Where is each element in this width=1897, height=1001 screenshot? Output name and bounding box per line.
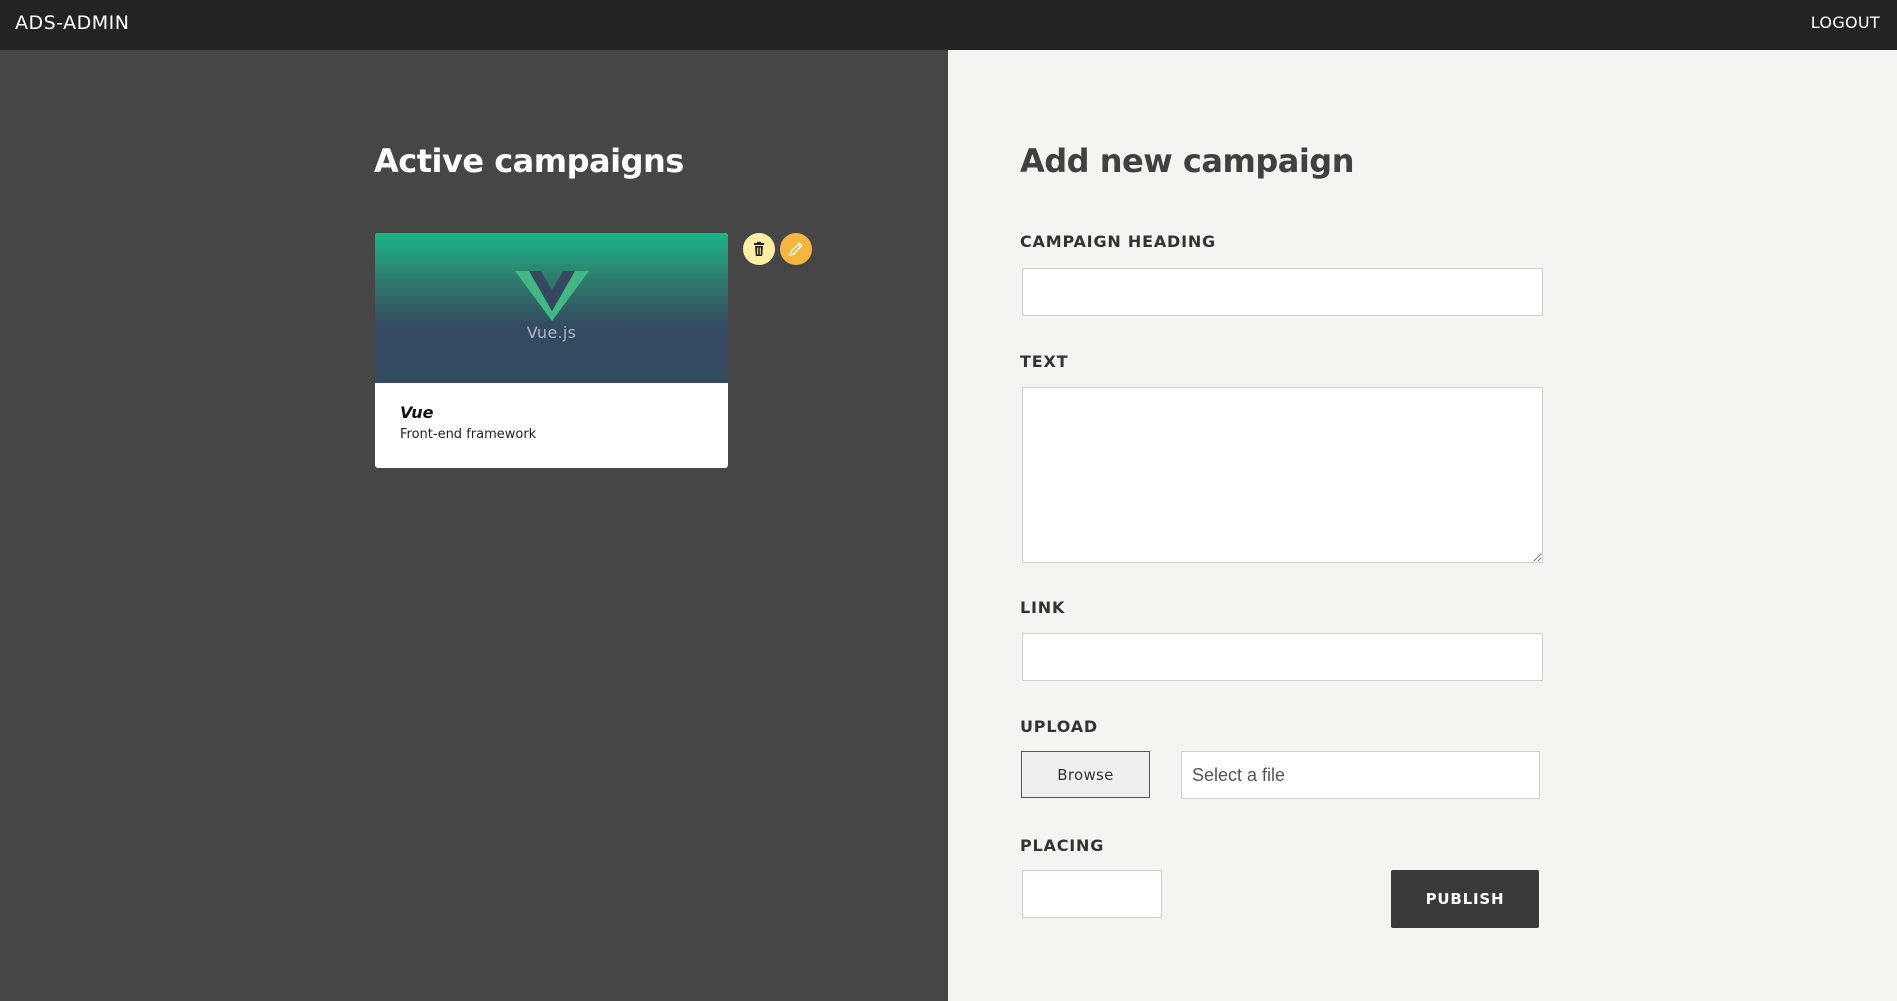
campaign-card-subtitle: Front-end framework xyxy=(400,427,537,442)
campaign-card-title: Vue xyxy=(400,403,434,422)
text-label: TEXT xyxy=(1020,352,1069,371)
top-bar: ADS-ADMIN LOGOUT xyxy=(0,0,1897,50)
active-campaigns-title: Active campaigns xyxy=(374,142,684,180)
placing-label: PLACING xyxy=(1020,836,1105,855)
logout-link[interactable]: LOGOUT xyxy=(1811,13,1880,32)
brand-title: ADS-ADMIN xyxy=(15,12,130,34)
link-input[interactable] xyxy=(1022,633,1543,681)
add-campaign-pane: Add new campaign CAMPAIGN HEADING TEXT L… xyxy=(948,50,1897,1001)
campaign-heading-input[interactable] xyxy=(1022,268,1543,316)
campaign-heading-label: CAMPAIGN HEADING xyxy=(1020,232,1216,251)
upload-label: UPLOAD xyxy=(1020,717,1098,736)
campaign-card[interactable]: Vue.js Vue Front-end framework xyxy=(375,233,728,468)
add-campaign-title: Add new campaign xyxy=(1020,142,1354,180)
pencil-icon xyxy=(789,242,803,256)
publish-button[interactable]: PUBLISH xyxy=(1391,870,1539,928)
active-campaigns-pane: Active campaigns Vue.js Vue Front-end fr… xyxy=(0,50,948,1001)
placing-input[interactable] xyxy=(1022,870,1162,918)
trash-icon xyxy=(754,241,764,256)
browse-button[interactable]: Browse xyxy=(1021,751,1150,798)
campaign-card-image: Vue.js xyxy=(375,233,728,383)
delete-campaign-button[interactable] xyxy=(743,233,775,265)
campaign-text-textarea[interactable] xyxy=(1022,387,1543,563)
edit-campaign-button[interactable] xyxy=(780,233,812,265)
file-name-input[interactable] xyxy=(1181,751,1540,799)
vue-logo-text: Vue.js xyxy=(526,323,577,342)
vue-logo-icon xyxy=(515,271,589,321)
link-label: LINK xyxy=(1020,598,1066,617)
